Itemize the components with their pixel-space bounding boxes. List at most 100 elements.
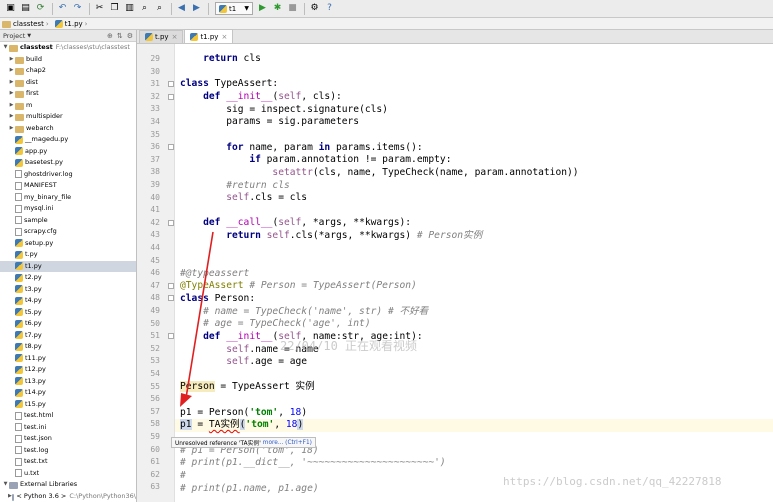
chevron-down-icon[interactable]: ▼ xyxy=(2,479,9,491)
tooltip-more-link[interactable]: more... (Ctrl+F1) xyxy=(263,440,312,446)
code-editor[interactable]: return cls class TypeAssert: def __init_… xyxy=(175,44,773,502)
tree-item-label: basetest.py xyxy=(25,158,64,166)
tree-item[interactable]: basetest.py xyxy=(0,157,136,169)
tree-item[interactable]: t11.py xyxy=(0,353,136,365)
tree-item[interactable]: t6.py xyxy=(0,318,136,330)
chevron-right-icon[interactable]: ▶ xyxy=(8,77,15,89)
gear-icon[interactable]: ⚙ xyxy=(127,32,133,40)
copy-icon[interactable]: ❐ xyxy=(108,2,121,15)
replace-icon[interactable]: ⌕ xyxy=(153,2,166,15)
tree-item[interactable]: test.json xyxy=(0,433,136,445)
chevron-right-icon[interactable]: ▶ xyxy=(8,88,15,100)
tree-item[interactable]: scrapy.cfg xyxy=(0,226,136,238)
tree-item[interactable]: t3.py xyxy=(0,284,136,296)
tree-item[interactable]: t13.py xyxy=(0,376,136,388)
chevron-right-icon[interactable]: ▶ xyxy=(8,123,15,135)
tree-item[interactable]: t2.py xyxy=(0,272,136,284)
tree-item[interactable]: t7.py xyxy=(0,330,136,342)
python-file-icon xyxy=(15,262,23,271)
fold-marker-icon[interactable] xyxy=(168,81,174,88)
tree-item[interactable]: MANIFEST xyxy=(0,180,136,192)
collapse-icon[interactable]: ⇅ xyxy=(117,32,123,40)
fold-marker-icon[interactable] xyxy=(168,295,174,302)
tree-item[interactable]: ▶ dist xyxy=(0,77,136,89)
tree-item[interactable]: my_binary_file xyxy=(0,192,136,204)
tree-item[interactable]: t.py xyxy=(0,249,136,261)
fold-marker-icon[interactable] xyxy=(168,282,174,289)
chevron-right-icon[interactable]: ▶ xyxy=(8,111,15,123)
tree-sdk[interactable]: ▶ < Python 3.6 > C:\Python\Python36\ xyxy=(0,491,136,502)
sync-icon[interactable]: ⟳ xyxy=(34,2,47,15)
find-icon[interactable]: ⌕ xyxy=(138,2,151,15)
fold-marker-icon[interactable] xyxy=(168,333,174,340)
tree-item[interactable]: __magedu.py xyxy=(0,134,136,146)
tree-item[interactable]: ▶ first xyxy=(0,88,136,100)
stop-icon[interactable]: ■ xyxy=(286,2,299,15)
tree-item[interactable]: t12.py xyxy=(0,364,136,376)
breadcrumb-file-label: t1.py xyxy=(64,19,83,28)
run-icon[interactable]: ▶ xyxy=(256,2,269,15)
save-icon[interactable]: ▤ xyxy=(19,2,32,15)
tree-root[interactable]: ▼ classtest F:\classes\stu\classtest xyxy=(0,42,136,54)
tree-item[interactable]: test.txt xyxy=(0,456,136,468)
text-file-icon xyxy=(15,170,22,179)
help-icon[interactable]: ? xyxy=(323,2,336,15)
project-panel-header[interactable]: Project ▼ ⊕ ⇅ ⚙ xyxy=(0,30,136,42)
undo-icon[interactable]: ↶ xyxy=(56,2,69,15)
line-number: 49 xyxy=(150,306,160,315)
tree-item[interactable]: t14.py xyxy=(0,387,136,399)
close-icon[interactable]: × xyxy=(221,33,227,41)
fold-marker-icon[interactable] xyxy=(168,93,174,100)
redo-icon[interactable]: ↷ xyxy=(71,2,84,15)
code-line-32: def __init__(self, cls): xyxy=(203,91,342,102)
tree-item[interactable]: t1.py xyxy=(0,260,136,272)
tab-label: t.py xyxy=(155,33,169,41)
tree-item[interactable]: ▶ chap2 xyxy=(0,65,136,77)
tree-external-libraries[interactable]: ▼ External Libraries xyxy=(0,479,136,491)
line-number: 62 xyxy=(150,469,160,479)
tree-item[interactable]: ▶ webarch xyxy=(0,123,136,135)
back-icon[interactable]: ◀ xyxy=(175,2,188,15)
tree-item[interactable]: test.ini xyxy=(0,422,136,434)
chevron-right-icon[interactable]: ▶ xyxy=(8,65,15,77)
chevron-right-icon[interactable]: ▶ xyxy=(8,100,15,112)
chevron-down-icon[interactable]: ▼ xyxy=(2,42,9,54)
forward-icon[interactable]: ▶ xyxy=(190,2,203,15)
tree-item[interactable]: ▶ multispider xyxy=(0,111,136,123)
open-icon[interactable]: ▣ xyxy=(4,2,17,15)
tree-item[interactable]: t15.py xyxy=(0,399,136,411)
breadcrumb-project[interactable]: classtest › xyxy=(2,20,51,28)
line-number-gutter[interactable]: 29 30 31 32 33 34 35 36 37 38 39 40 41 42 43 44 45 46 47 48… xyxy=(137,44,175,502)
tree-item[interactable]: ▶ m xyxy=(0,100,136,112)
settings-icon[interactable]: ⚙ xyxy=(308,2,321,15)
cut-icon[interactable]: ✂ xyxy=(93,2,106,15)
tree-item[interactable]: u.txt xyxy=(0,468,136,480)
tree-item[interactable]: ghostdriver.log xyxy=(0,169,136,181)
code-line-46: #@typeassert xyxy=(180,268,250,279)
fold-marker-icon[interactable] xyxy=(168,219,174,226)
tree-item[interactable]: test.html xyxy=(0,410,136,422)
paste-icon[interactable]: ▥ xyxy=(123,2,136,15)
tree-item[interactable]: app.py xyxy=(0,146,136,158)
tab-t1-py[interactable]: t1.py × xyxy=(184,29,234,43)
tree-item[interactable]: ▶ build xyxy=(0,54,136,66)
close-icon[interactable]: × xyxy=(172,33,178,41)
tree-item[interactable]: t4.py xyxy=(0,295,136,307)
code-line-63: # print(p1.name, p1.age) xyxy=(180,483,319,494)
tree-item[interactable]: sample xyxy=(0,215,136,227)
tab-t-py[interactable]: t.py × xyxy=(139,30,184,43)
line-number: 41 xyxy=(150,205,160,215)
tree-item[interactable]: t8.py xyxy=(0,341,136,353)
line-number: 56 xyxy=(150,394,160,404)
breadcrumb-file[interactable]: t1.py › xyxy=(54,19,90,28)
tree-item[interactable]: mysql.ini xyxy=(0,203,136,215)
fold-marker-icon[interactable] xyxy=(168,144,174,151)
tree-item[interactable]: test.log xyxy=(0,445,136,457)
locate-icon[interactable]: ⊕ xyxy=(107,32,113,40)
run-config-select[interactable]: t1 ▼ xyxy=(215,2,253,15)
debug-icon[interactable]: ✱ xyxy=(271,2,284,15)
folder-icon xyxy=(15,102,24,110)
tree-item[interactable]: t5.py xyxy=(0,307,136,319)
chevron-right-icon[interactable]: ▶ xyxy=(8,54,15,66)
tree-item[interactable]: setup.py xyxy=(0,238,136,250)
